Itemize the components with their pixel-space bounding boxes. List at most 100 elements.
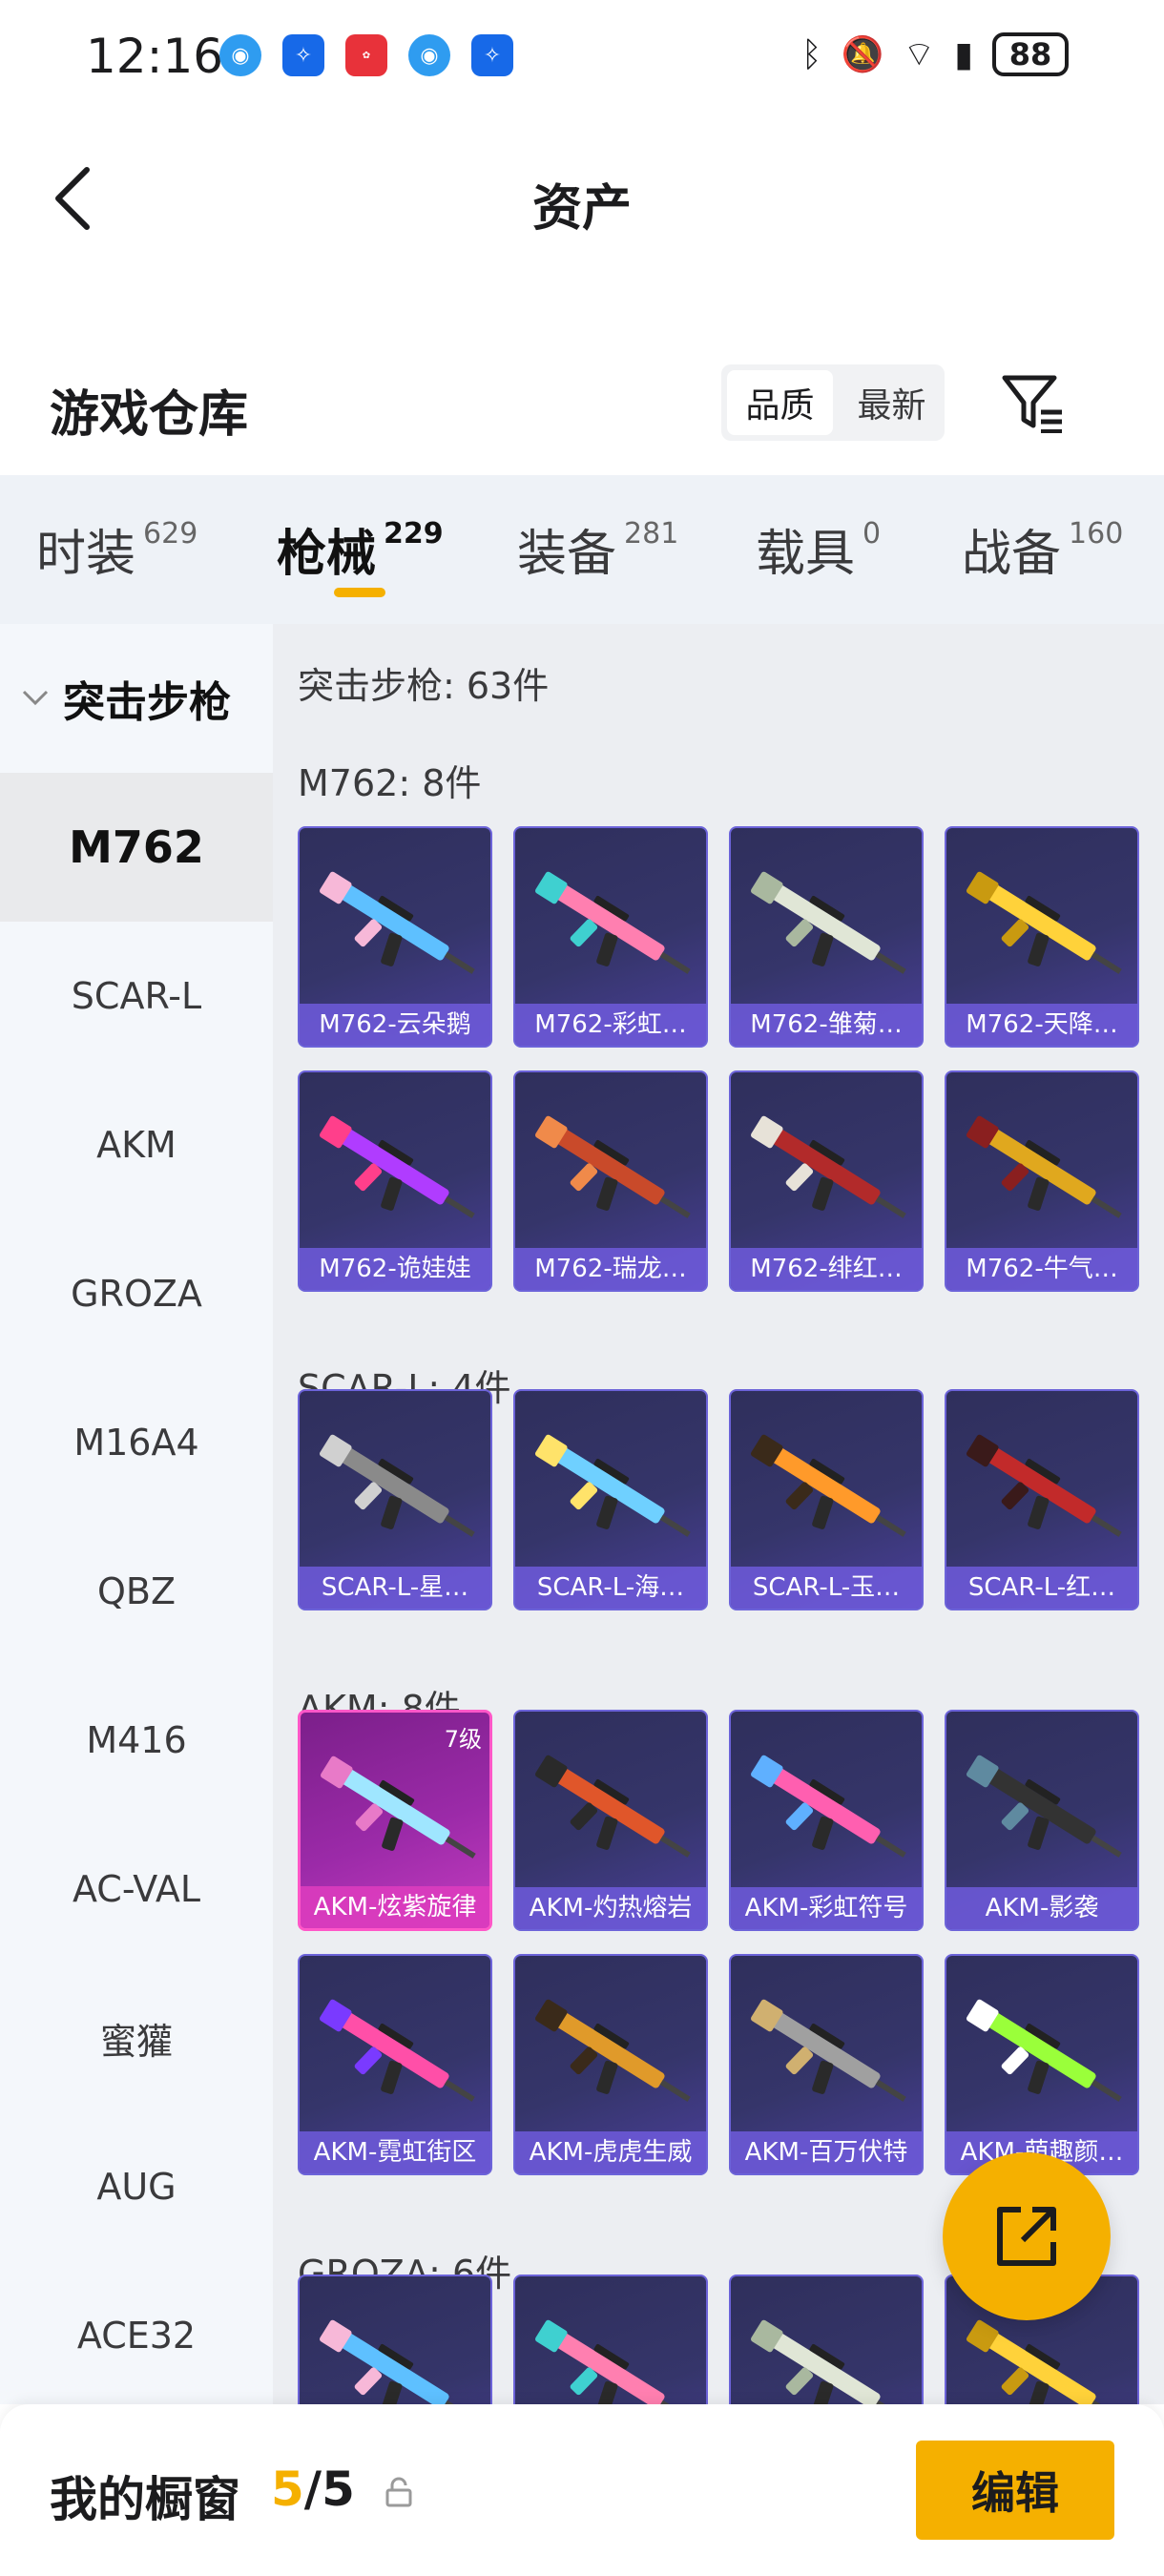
rifle-icon [966,1999,1122,2102]
rifle-icon [750,1999,906,2102]
rifle-icon [319,1434,475,1537]
sort-toggle: 品质 最新 [721,364,945,441]
skin-card[interactable]: M762-雏菊… [729,826,924,1048]
skin-card[interactable]: M762-云朵鹅 [298,826,492,1048]
status-bar: 12:16 ◉ ✧ ✿ ◉ ✧ ᛒ 🔕 ⌔ ▮ 88 [0,0,1164,114]
chevron-down-icon [22,690,49,706]
sidebar-item-honey-badger[interactable]: 蜜獾 [0,1963,273,2112]
category-summary: 突击步枪: 63件 [298,665,550,707]
skin-card-label: M762-彩虹… [515,1004,706,1046]
tab-equipment[interactable]: 装备 281 [517,513,678,585]
sidebar-item-scar-l[interactable]: SCAR-L [0,922,273,1070]
skin-card-label: M762-天降… [946,1004,1137,1046]
bluetooth-icon: ᛒ [800,34,822,74]
sidebar-group-assault-rifles[interactable]: 突击步枪 [0,624,273,773]
battery-icon: 88 [992,32,1069,76]
huawei-icon: ✿ [345,34,387,76]
skin-card[interactable]: 7级 AKM-炫紫旋律 [298,1710,492,1931]
skin-card[interactable]: M762-牛气… [945,1070,1139,1292]
wifi-icon: ⌔ [903,34,936,74]
rifle-icon [534,1999,691,2102]
tab-supplies[interactable]: 战备 160 [962,513,1123,585]
skin-card-label: M762-诡娃娃 [300,1248,490,1290]
skin-card-label: AKM-影袭 [946,1887,1137,1929]
skin-card[interactable]: AKM-霓虹街区 [298,1954,492,2175]
category-tabs: 时装 629 枪械 229 装备 281 载具 0 战备 160 [0,475,1164,624]
share-fab[interactable] [943,2152,1111,2320]
sort-latest[interactable]: 最新 [839,364,945,441]
skin-card-label: AKM-霓虹街区 [300,2131,490,2173]
skin-card-label: M762-瑞龙… [515,1248,706,1290]
warehouse-header: 游戏仓库 品质 最新 [0,353,1164,467]
rifle-icon [966,1755,1122,1858]
skin-card[interactable]: SCAR-L-玉… [729,1389,924,1610]
skin-card[interactable]: SCAR-L-星… [298,1389,492,1610]
browser-icon: ◉ [219,34,261,76]
sidebar-item-aug[interactable]: AUG [0,2112,273,2261]
skin-card[interactable] [513,2275,708,2404]
weapon-sidebar: 突击步枪 M762 SCAR-L AKM GROZA M16A4 QBZ M41… [0,624,273,2404]
skin-card-label: AKM-虎虎生威 [515,2131,706,2173]
skin-card-label: M762-牛气… [946,1248,1137,1290]
skin-card[interactable]: AKM-虎虎生威 [513,1954,708,2175]
filter-button[interactable] [996,364,1072,441]
rifle-icon [750,1434,906,1537]
status-time: 12:16 [86,29,224,84]
sidebar-item-qbz[interactable]: QBZ [0,1517,273,1666]
sidebar-item-m762[interactable]: M762 [0,773,273,922]
skin-card-label: SCAR-L-红… [946,1567,1137,1609]
showcase-label: 我的橱窗 [50,2472,240,2527]
bulb-icon: ✧ [471,34,513,76]
sort-quality[interactable]: 品质 [727,370,833,435]
tab-vehicles[interactable]: 载具 0 [756,513,881,585]
skin-card[interactable]: M762-彩虹… [513,826,708,1048]
skin-card[interactable] [298,2275,492,2404]
page-title: 资产 [531,180,632,238]
nav-bar: 资产 [0,134,1164,267]
skin-card[interactable]: AKM-影袭 [945,1710,1139,1931]
lock-icon [385,2477,412,2507]
browser-icon: ◉ [408,34,450,76]
sidebar-item-m16a4[interactable]: M16A4 [0,1368,273,1517]
skin-card[interactable]: M762-绯红… [729,1070,924,1292]
skin-card-label: SCAR-L-海… [515,1567,706,1609]
rifle-icon [534,1755,691,1858]
skin-card-label: AKM-炫紫旋律 [301,1886,489,1928]
edit-button[interactable]: 编辑 [916,2441,1114,2540]
skin-card[interactable]: AKM-百万伏特 [729,1954,924,2175]
showcase-count: 5/5 [271,2462,355,2517]
tab-fashion[interactable]: 时装 629 [36,513,197,585]
bulb-icon: ✧ [282,34,324,76]
skin-card[interactable]: AKM-萌趣颜… [945,1954,1139,2175]
rifle-icon [750,871,906,974]
showcase-bar: 我的橱窗 5/5 编辑 [0,2404,1164,2576]
skin-card[interactable]: M762-瑞龙… [513,1070,708,1292]
weapon-list: 突击步枪: 63件 M762: 8件 SCAR-L: 4件 AKM: 8件 GR… [273,624,1164,2404]
skin-card[interactable]: M762-诡娃娃 [298,1070,492,1292]
rifle-icon [966,1115,1122,1218]
rifle-icon [319,2319,475,2404]
skin-card[interactable]: SCAR-L-红… [945,1389,1139,1610]
filter-icon [1002,375,1062,433]
rifle-icon [534,1434,691,1537]
sidebar-item-m416[interactable]: M416 [0,1666,273,1815]
rifle-icon [750,1115,906,1218]
skin-card[interactable]: AKM-灼热熔岩 [513,1710,708,1931]
skin-card[interactable]: M762-天降… [945,826,1139,1048]
rifle-icon [750,1755,906,1858]
rifle-icon [534,1115,691,1218]
sidebar-item-akm[interactable]: AKM [0,1070,273,1219]
rifle-icon [319,871,475,974]
skin-card[interactable]: AKM-彩虹符号 [729,1710,924,1931]
rifle-icon [966,2319,1122,2404]
skin-card-label: AKM-百万伏特 [731,2131,922,2173]
sidebar-item-ac-val[interactable]: AC-VAL [0,1815,273,1963]
sidebar-item-ace32[interactable]: ACE32 [0,2261,273,2410]
rifle-icon [319,1999,475,2102]
rifle-icon [320,1755,476,1859]
rifle-icon [534,871,691,974]
tab-guns[interactable]: 枪械 229 [277,513,444,585]
skin-card[interactable] [729,2275,924,2404]
skin-card[interactable]: SCAR-L-海… [513,1389,708,1610]
sidebar-item-groza[interactable]: GROZA [0,1219,273,1368]
